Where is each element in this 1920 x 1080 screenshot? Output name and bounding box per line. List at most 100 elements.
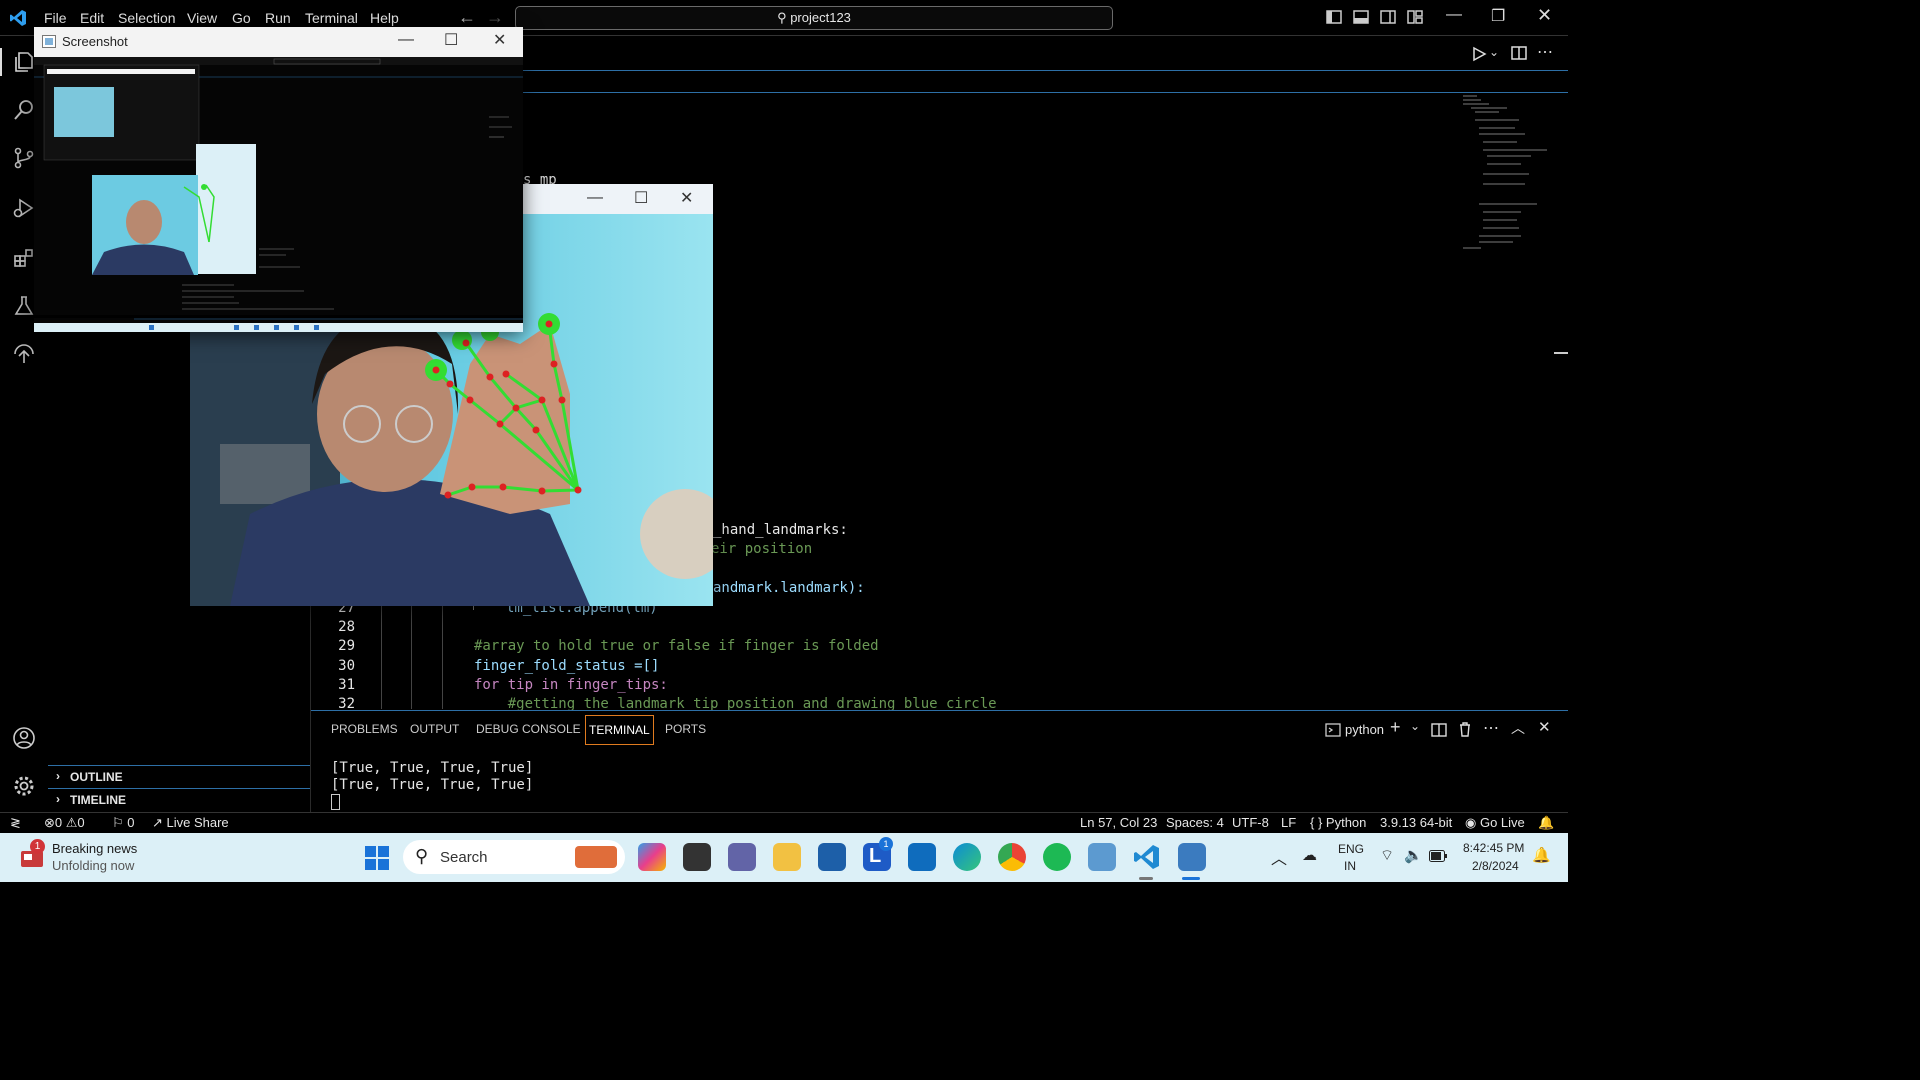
outline-section[interactable]: › OUTLINE [48,765,310,788]
split-editor-icon[interactable] [1511,45,1527,61]
terminal-dropdown-chevron-icon[interactable]: ⌄ [1410,719,1420,733]
menu-run[interactable]: Run [265,10,291,26]
scrollbar-thumb[interactable] [1554,352,1568,354]
python-interpreter[interactable]: 3.9.13 64-bit [1380,815,1452,830]
menu-view[interactable]: View [187,10,217,26]
settings-gear-icon[interactable] [12,774,36,798]
error-icon: ⊗ [44,815,55,830]
run-debug-icon[interactable] [12,196,36,220]
python-window-icon[interactable] [1178,843,1206,871]
show-hidden-icons-chevron-icon[interactable]: ︿ [1271,845,1287,869]
menu-edit[interactable]: Edit [80,10,104,26]
split-terminal-icon[interactable] [1431,722,1447,738]
maximize-icon[interactable]: ☐ [444,30,458,50]
close-icon[interactable]: ✕ [493,30,506,50]
search-view-icon[interactable] [12,98,36,122]
tab-output[interactable]: OUTPUT [410,722,459,736]
new-terminal-plus-icon[interactable]: + [1390,717,1401,738]
windows-start-icon[interactable] [364,845,390,871]
screenshot-window[interactable]: Screenshot — ☐ ✕ [34,27,523,332]
close-panel-icon[interactable]: ✕ [1538,718,1551,736]
minimize-icon[interactable]: — [398,31,414,49]
command-center-search[interactable]: ⚲ project123 [515,6,1113,30]
indentation[interactable]: Spaces: 4 [1166,815,1224,830]
end-of-line[interactable]: LF [1281,815,1296,830]
tab-debug-console[interactable]: DEBUG CONSOLE [476,722,581,736]
file-explorer-icon[interactable] [773,843,801,871]
forward-arrow-icon[interactable]: → [486,7,504,28]
more-actions-icon[interactable]: ⋯ [1537,42,1553,62]
minimize-icon[interactable]: — [587,189,603,207]
news-badge: 1 [30,839,45,854]
screenshot-window-title: Screenshot [62,34,128,49]
back-arrow-icon[interactable]: ← [458,7,476,28]
code-line: finger_fold_status =[] [474,658,660,674]
customize-layout-icon[interactable] [1407,9,1423,25]
maximize-icon[interactable]: ☐ [634,188,648,208]
app-image-icon[interactable] [1088,843,1116,871]
explorer-icon[interactable] [12,50,36,74]
app-circle-icon[interactable] [908,843,936,871]
taskbar-search-box[interactable]: ⚲ Search [403,840,625,874]
live-share-status[interactable]: ↗ Live Share [152,815,229,831]
news-subtitle[interactable]: Unfolding now [52,858,134,873]
remote-indicator-icon[interactable]: ≷ [10,815,21,831]
clock-date[interactable]: 2/8/2024 [1472,859,1519,873]
battery-icon[interactable] [1429,850,1447,862]
remote-explorer-icon[interactable] [12,342,36,366]
encoding[interactable]: UTF-8 [1232,815,1269,830]
menu-file[interactable]: File [44,10,67,26]
menu-go[interactable]: Go [232,10,251,26]
cursor-position[interactable]: Ln 57, Col 23 [1080,815,1157,830]
problems-status[interactable]: ⊗0 ⚠0 [44,815,85,831]
panel-more-icon[interactable]: ⋯ [1483,718,1499,738]
notification-bell-icon[interactable]: 🔔 [1532,846,1551,864]
toggle-sidebar-icon[interactable] [1326,9,1342,25]
vscode-taskbar-icon[interactable] [1133,843,1161,871]
chrome-icon[interactable] [998,843,1026,871]
menu-help[interactable]: Help [370,10,399,26]
extensions-icon[interactable] [12,246,36,270]
app-l-icon[interactable]: L 1 [863,837,893,871]
task-view-icon[interactable] [683,843,711,871]
copilot-icon[interactable] [638,843,666,871]
close-icon[interactable]: ✕ [680,188,693,208]
teams-icon[interactable] [728,843,756,871]
news-title[interactable]: Breaking news [52,841,137,856]
language-mode[interactable]: { } Python [1310,815,1366,830]
run-dropdown-chevron-icon[interactable]: ⌄ [1489,45,1499,59]
go-live[interactable]: ◉ Go Live [1465,815,1525,831]
ports-status[interactable]: ⚐ 0 [112,815,135,831]
language-indicator[interactable]: ENG [1338,842,1364,856]
news-widget-icon[interactable]: 1 [18,839,46,870]
minimize-icon[interactable]: — [1446,6,1462,24]
tab-terminal[interactable]: TERMINAL [585,715,654,745]
terminal-cursor[interactable] [331,794,340,810]
accounts-icon[interactable] [12,726,36,750]
menu-terminal[interactable]: Terminal [305,10,358,26]
notifications-bell-icon[interactable]: 🔔 [1538,815,1554,831]
testing-flask-icon[interactable] [12,294,36,318]
edge-icon[interactable] [953,843,981,871]
source-control-icon[interactable] [12,146,36,170]
timeline-section[interactable]: › TIMELINE [48,788,310,811]
wifi-icon[interactable]: ⌔ [1380,846,1394,865]
terminal-name[interactable]: python [1345,722,1384,737]
minimap[interactable] [1459,94,1559,254]
volume-icon[interactable]: 🔈 [1404,846,1423,864]
region-indicator[interactable]: IN [1344,859,1356,873]
menu-selection[interactable]: Selection [118,10,176,26]
tab-ports[interactable]: PORTS [665,722,706,736]
toggle-panel-icon[interactable] [1353,9,1369,25]
toggle-secondary-sidebar-icon[interactable] [1380,9,1396,25]
close-icon[interactable]: ✕ [1537,5,1552,26]
spotify-icon[interactable] [1043,843,1071,871]
trash-icon[interactable] [1457,721,1473,737]
restore-icon[interactable]: ❐ [1491,6,1505,26]
maximize-panel-chevron-up-icon[interactable]: ︿ [1511,718,1525,738]
run-python-file-icon[interactable] [1471,46,1487,62]
clock-time[interactable]: 8:42:45 PM [1463,841,1524,855]
onedrive-cloud-icon[interactable]: ☁ [1302,846,1317,864]
microsoft-store-icon[interactable] [818,843,846,871]
tab-problems[interactable]: PROBLEMS [331,722,398,736]
